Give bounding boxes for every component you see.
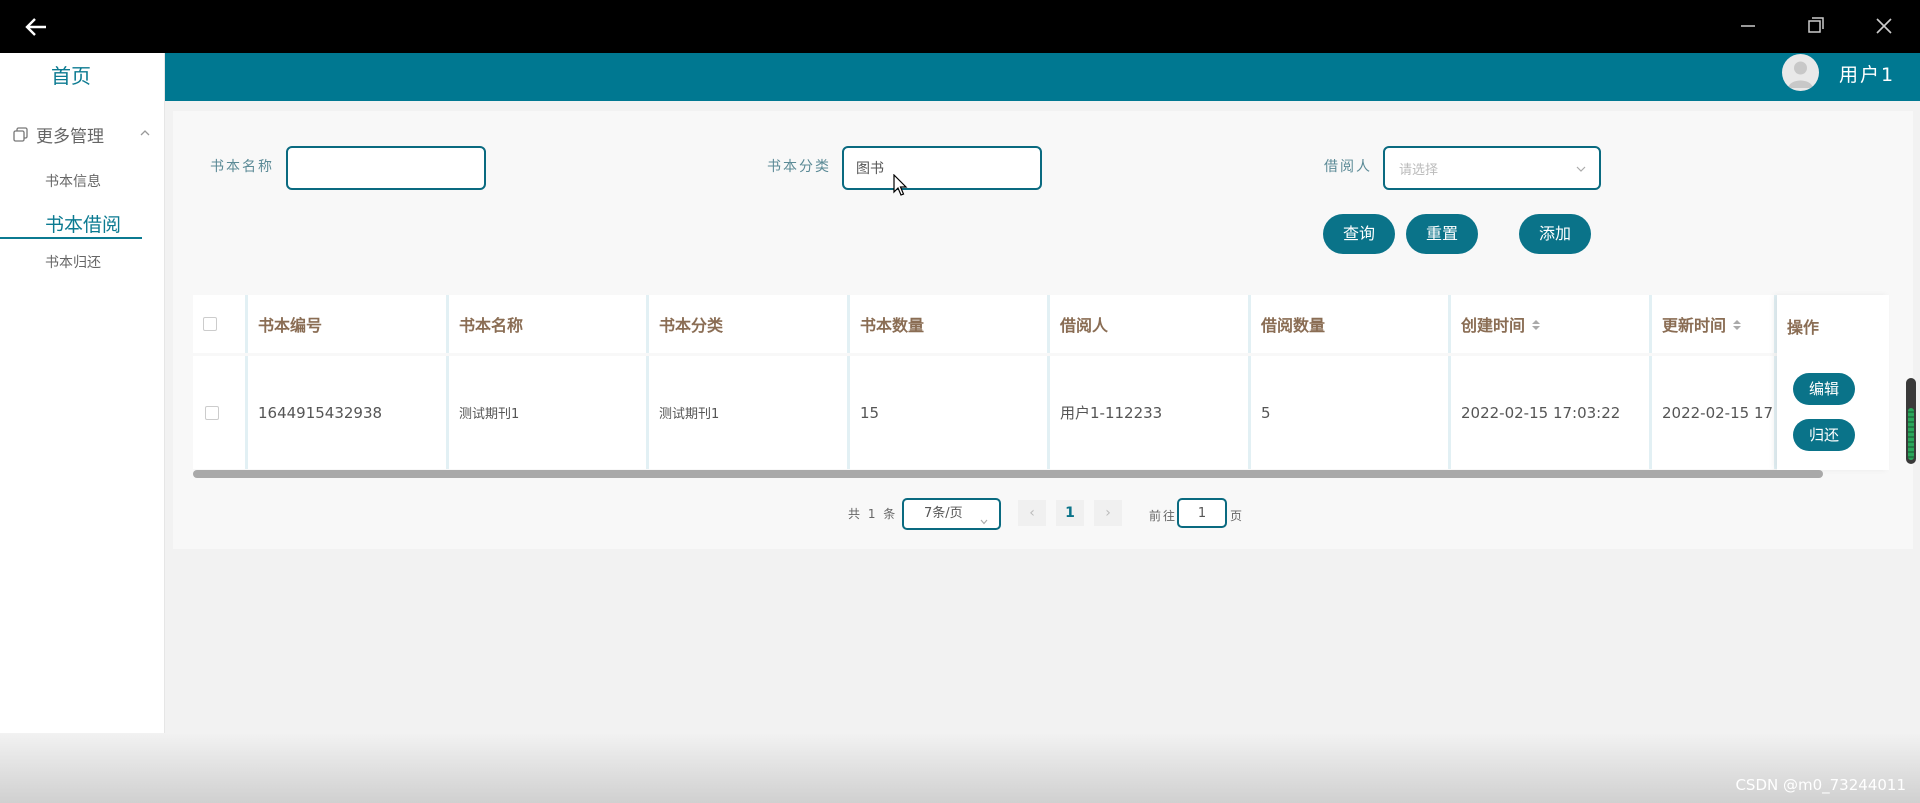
sidebar-group-more-management[interactable]: 更多管理: [12, 117, 152, 151]
operations-column: 操作 编辑 归还: [1777, 295, 1889, 470]
chevron-down-icon: [1575, 163, 1587, 175]
book-category-input[interactable]: [842, 146, 1042, 190]
column-header[interactable]: 书本分类: [649, 295, 850, 353]
bottom-fade: [0, 733, 1920, 803]
select-all-checkbox[interactable]: [203, 317, 217, 331]
book-name-label: 书本名称: [210, 159, 274, 175]
page-size-value: 7条/页: [924, 506, 963, 521]
table-header-row: 书本编号 书本名称 书本分类 书本数量 借阅人 借阅数量 创建时间 更新时间: [193, 295, 1777, 353]
cell-updated: 2022-02-15 17:: [1652, 356, 1777, 469]
sidebar-item-book-return[interactable]: 书本归还: [45, 252, 101, 272]
pagination-total: 共 1 条: [848, 507, 898, 521]
sidebar-item-book-info[interactable]: 书本信息: [45, 171, 101, 191]
column-header-created[interactable]: 创建时间: [1451, 295, 1652, 353]
column-header[interactable]: 书本编号: [248, 295, 449, 353]
borrower-select[interactable]: 请选择: [1383, 146, 1601, 190]
column-header-operations: 操作: [1787, 318, 1820, 337]
column-header[interactable]: 借阅数量: [1251, 295, 1451, 353]
cell-borrower: 用户1-112233: [1050, 356, 1251, 469]
edit-button[interactable]: 编辑: [1793, 373, 1855, 405]
vertical-scrollbar[interactable]: [1906, 378, 1916, 464]
arrow-left-icon[interactable]: [22, 12, 52, 42]
cell-borrow-count: 5: [1251, 356, 1451, 469]
book-category-label: 书本分类: [767, 159, 831, 175]
borrower-label: 借阅人: [1324, 159, 1372, 175]
column-header[interactable]: 书本数量: [850, 295, 1050, 353]
mouse-cursor-icon: [893, 173, 909, 198]
cell-book-id: 1644915432938: [248, 356, 449, 469]
return-button[interactable]: 归还: [1793, 419, 1855, 451]
cell-created: 2022-02-15 17:03:22: [1451, 356, 1652, 469]
row-checkbox[interactable]: [205, 405, 219, 420]
next-page-button[interactable]: ›: [1094, 500, 1122, 526]
sidebar-home-link[interactable]: 首页: [0, 57, 142, 95]
page-suffix-label: 页: [1230, 509, 1243, 523]
minimize-icon[interactable]: [1730, 10, 1766, 42]
cell-book-name: 测试期刊1: [449, 356, 649, 469]
sort-icon[interactable]: [1732, 317, 1742, 331]
page-size-select[interactable]: 7条/页: [902, 498, 1001, 530]
column-header-label: 更新时间: [1662, 316, 1727, 335]
reset-button[interactable]: 重置: [1406, 214, 1478, 254]
prev-page-button[interactable]: ‹: [1018, 500, 1046, 526]
active-item-underline: [0, 237, 142, 239]
sidebar-item-book-borrow[interactable]: 书本借阅: [45, 210, 121, 237]
header-select-cell: [193, 295, 248, 353]
watermark: CSDN @m0_73244011: [1735, 776, 1906, 794]
goto-page-input[interactable]: [1177, 498, 1227, 528]
table-row[interactable]: 1644915432938 测试期刊1 测试期刊1 15 用户1-112233 …: [193, 356, 1777, 469]
cell-category: 测试期刊1: [649, 356, 850, 469]
sidebar-group-label: 更多管理: [36, 126, 104, 147]
book-name-input[interactable]: [286, 146, 486, 190]
borrower-select-placeholder: 请选择: [1399, 162, 1439, 178]
sidebar: 首页 更多管理 书本信息 书本借阅 书本归还: [0, 53, 165, 803]
window-titlebar: [0, 0, 1920, 53]
borrow-table: 书本编号 书本名称 书本分类 书本数量 借阅人 借阅数量 创建时间 更新时间 1…: [193, 295, 1895, 475]
column-header[interactable]: 借阅人: [1050, 295, 1251, 353]
horizontal-scrollbar[interactable]: [193, 470, 1823, 478]
close-icon[interactable]: [1866, 10, 1902, 42]
username-label[interactable]: 用户1: [1839, 60, 1895, 87]
header-bar: [165, 53, 1920, 101]
column-header[interactable]: 书本名称: [449, 295, 649, 353]
user-avatar-icon[interactable]: [1782, 54, 1819, 91]
goto-label: 前往: [1149, 509, 1178, 523]
column-header-updated[interactable]: 更新时间: [1652, 295, 1777, 353]
chevron-down-icon: [979, 510, 989, 525]
row-select-cell: [193, 356, 248, 469]
chevron-up-icon: [138, 125, 152, 139]
sort-icon[interactable]: [1531, 317, 1541, 331]
restore-icon[interactable]: [1797, 10, 1833, 42]
search-button[interactable]: 查询: [1323, 214, 1395, 254]
column-header-label: 创建时间: [1461, 316, 1526, 335]
copy-icon: [12, 126, 29, 143]
page-number[interactable]: 1: [1056, 500, 1084, 526]
cell-quantity: 15: [850, 356, 1050, 469]
add-button[interactable]: 添加: [1519, 214, 1591, 254]
